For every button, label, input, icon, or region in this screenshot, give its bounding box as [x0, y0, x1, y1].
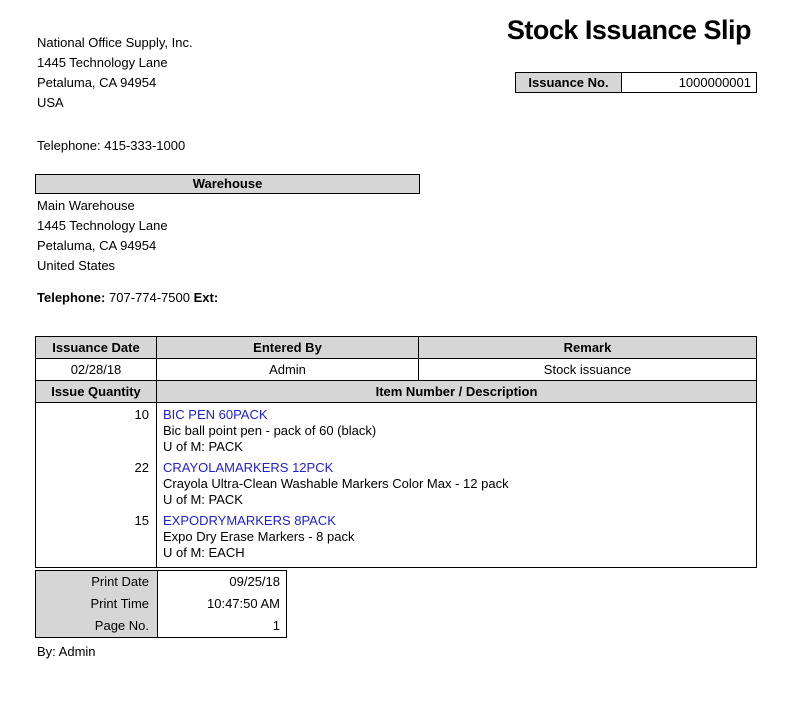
- item-number-link[interactable]: BIC PEN 60PACK: [163, 407, 750, 423]
- item-uom: U of M: PACK: [163, 492, 750, 508]
- item-row: CRAYOLAMARKERS 12PCK Crayola Ultra-Clean…: [163, 460, 750, 508]
- item-uom: U of M: EACH: [163, 545, 750, 561]
- item-description: Bic ball point pen - pack of 60 (black): [163, 423, 750, 439]
- item-description: Expo Dry Erase Markers - 8 pack: [163, 529, 750, 545]
- print-time-label: Print Time: [36, 593, 157, 615]
- company-telephone-value: 415-333-1000: [104, 138, 185, 153]
- item-row: BIC PEN 60PACK Bic ball point pen - pack…: [163, 407, 750, 455]
- print-date-value: 09/25/18: [158, 571, 286, 593]
- stock-issuance-slip-page: National Office Supply, Inc. 1445 Techno…: [0, 0, 801, 701]
- warehouse-ext-label: Ext:: [194, 290, 219, 305]
- issuance-no-box: Issuance No. 1000000001: [515, 72, 757, 93]
- entered-by-header: Entered By: [157, 337, 419, 358]
- print-info-values: 09/25/18 10:47:50 AM 1: [158, 571, 286, 637]
- warehouse-telephone: Telephone: 707-774-7500 Ext:: [37, 288, 218, 308]
- company-address-block: National Office Supply, Inc. 1445 Techno…: [37, 33, 193, 113]
- item-number-description-header: Item Number / Description: [157, 381, 756, 402]
- item-quantity: 22: [36, 460, 156, 513]
- item-row: EXPODRYMARKERS 8PACK Expo Dry Erase Mark…: [163, 513, 750, 561]
- company-telephone-label: Telephone:: [37, 138, 101, 153]
- warehouse-name: Main Warehouse: [37, 196, 168, 216]
- item-quantity: 10: [36, 407, 156, 460]
- company-country: USA: [37, 93, 193, 113]
- page-no-value: 1: [158, 615, 286, 637]
- item-uom: U of M: PACK: [163, 439, 750, 455]
- printed-by: By: Admin: [37, 644, 96, 660]
- warehouse-address-block: Main Warehouse 1445 Technology Lane Peta…: [37, 196, 168, 276]
- company-address-line: Petaluma, CA 94954: [37, 73, 193, 93]
- item-number-link[interactable]: CRAYOLAMARKERS 12PCK: [163, 460, 750, 476]
- warehouse-address-line: Petaluma, CA 94954: [37, 236, 168, 256]
- item-description: Crayola Ultra-Clean Washable Markers Col…: [163, 476, 750, 492]
- print-date-label: Print Date: [36, 571, 157, 593]
- warehouse-telephone-value: 707-774-7500: [109, 290, 190, 305]
- item-quantity: 15: [36, 513, 156, 566]
- info-header-row: Issuance Date Entered By Remark: [36, 337, 756, 359]
- issuance-no-value: 1000000001: [622, 73, 756, 92]
- issue-quantity-header: Issue Quantity: [36, 381, 157, 402]
- issuance-date-value: 02/28/18: [36, 359, 157, 380]
- warehouse-address-line: 1445 Technology Lane: [37, 216, 168, 236]
- items-header-row: Issue Quantity Item Number / Description: [36, 381, 756, 403]
- info-data-row: 02/28/18 Admin Stock issuance: [36, 359, 756, 381]
- remark-value: Stock issuance: [419, 359, 756, 380]
- issuance-table: Issuance Date Entered By Remark 02/28/18…: [35, 336, 757, 568]
- page-no-label: Page No.: [36, 615, 157, 637]
- page-title: Stock Issuance Slip: [507, 14, 751, 46]
- company-telephone: Telephone: 415-333-1000: [37, 136, 185, 156]
- description-column: BIC PEN 60PACK Bic ball point pen - pack…: [157, 403, 756, 567]
- warehouse-header-bar: Warehouse: [35, 174, 420, 194]
- print-info-box: Print Date Print Time Page No. 09/25/18 …: [35, 570, 287, 638]
- print-time-value: 10:47:50 AM: [158, 593, 286, 615]
- warehouse-country: United States: [37, 256, 168, 276]
- entered-by-value: Admin: [157, 359, 419, 380]
- items-body: 10 22 15 BIC PEN 60PACK Bic ball point p…: [36, 403, 756, 567]
- company-name: National Office Supply, Inc.: [37, 33, 193, 53]
- remark-header: Remark: [419, 337, 756, 358]
- print-info-labels: Print Date Print Time Page No.: [36, 571, 158, 637]
- issuance-date-header: Issuance Date: [36, 337, 157, 358]
- quantity-column: 10 22 15: [36, 403, 157, 567]
- company-address-line: 1445 Technology Lane: [37, 53, 193, 73]
- issuance-no-label: Issuance No.: [516, 73, 622, 92]
- warehouse-telephone-label: Telephone:: [37, 290, 105, 305]
- item-number-link[interactable]: EXPODRYMARKERS 8PACK: [163, 513, 750, 529]
